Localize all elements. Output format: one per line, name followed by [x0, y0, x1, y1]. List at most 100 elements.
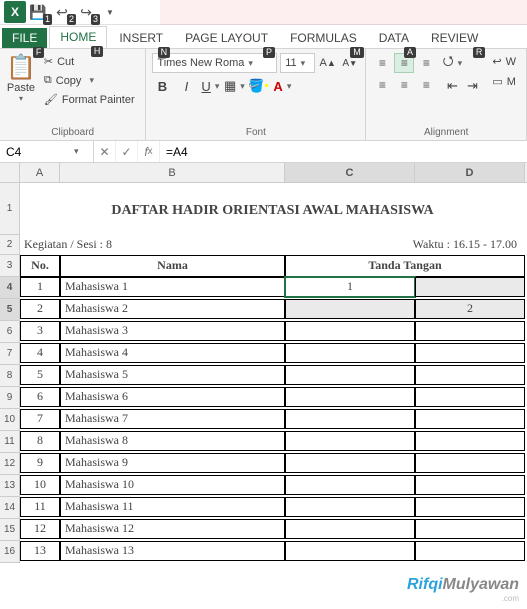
cell-sig2[interactable]: [415, 277, 525, 297]
table-row[interactable]: 7Mahasiswa 7: [20, 409, 527, 431]
cell-nama[interactable]: Mahasiswa 11: [60, 497, 285, 517]
table-row[interactable]: 11Mahasiswa 11: [20, 497, 527, 519]
cell-no[interactable]: 12: [20, 519, 60, 539]
row-header[interactable]: 1: [0, 183, 20, 235]
cell-no[interactable]: 9: [20, 453, 60, 473]
row-header[interactable]: 12: [0, 453, 20, 475]
hdr-tanda-tangan[interactable]: Tanda Tangan: [285, 255, 525, 277]
row-header[interactable]: 15: [0, 519, 20, 541]
format-painter-button[interactable]: 🖌Format Painter: [40, 91, 139, 108]
col-header-A[interactable]: A: [20, 163, 60, 182]
meta-right[interactable]: Waktu : 16.15 - 17.00: [285, 235, 525, 255]
table-row[interactable]: 5Mahasiswa 5: [20, 365, 527, 387]
row-header[interactable]: 9: [0, 387, 20, 409]
cell-sig1[interactable]: [285, 343, 415, 363]
cell-sig2[interactable]: [415, 541, 525, 561]
cell-sig2[interactable]: [415, 453, 525, 473]
align-right-button[interactable]: ≡: [416, 75, 436, 95]
chevron-down-icon[interactable]: ▾: [74, 146, 79, 157]
tab-file[interactable]: FILEF: [2, 28, 47, 48]
table-row[interactable]: 12Mahasiswa 12: [20, 519, 527, 541]
cell-sig2[interactable]: [415, 475, 525, 495]
row-header[interactable]: 3: [0, 255, 20, 277]
fill-color-button[interactable]: 🪣: [248, 76, 268, 96]
align-left-button[interactable]: ≡: [372, 75, 392, 95]
cell-nama[interactable]: Mahasiswa 2: [60, 299, 285, 319]
cell-sig2[interactable]: [415, 431, 525, 451]
cell-sig2[interactable]: [415, 519, 525, 539]
name-box[interactable]: ▾: [0, 141, 94, 162]
cell-no[interactable]: 1: [20, 277, 60, 297]
undo-button[interactable]: ↩2: [50, 1, 74, 23]
table-row[interactable]: 10Mahasiswa 10: [20, 475, 527, 497]
cell-sig1[interactable]: [285, 409, 415, 429]
cell-no[interactable]: 10: [20, 475, 60, 495]
cell-nama[interactable]: Mahasiswa 10: [60, 475, 285, 495]
align-center-button[interactable]: ≡: [394, 75, 414, 95]
cell-no[interactable]: 13: [20, 541, 60, 561]
font-color-button[interactable]: A▾: [272, 76, 292, 96]
row-header[interactable]: 6: [0, 321, 20, 343]
cancel-formula-button[interactable]: ✕: [94, 141, 116, 162]
cell-nama[interactable]: Mahasiswa 8: [60, 431, 285, 451]
tab-review[interactable]: REVIEWR: [421, 28, 488, 48]
col-header-B[interactable]: B: [60, 163, 285, 182]
cell-nama[interactable]: Mahasiswa 6: [60, 387, 285, 407]
cell-nama[interactable]: Mahasiswa 1: [60, 277, 285, 297]
tab-insert[interactable]: INSERTN: [109, 28, 173, 48]
copy-button[interactable]: ⧉Copy▾: [40, 72, 139, 89]
row-header[interactable]: 4: [0, 277, 20, 299]
cell-sig2[interactable]: [415, 365, 525, 385]
row-header[interactable]: 14: [0, 497, 20, 519]
orientation-button[interactable]: ⭯▾: [442, 53, 462, 73]
worksheet[interactable]: A B C D 1 2 3 4 5 6 7 8 9 10 11 12 13 14…: [0, 163, 527, 603]
cell-nama[interactable]: Mahasiswa 12: [60, 519, 285, 539]
font-size-select[interactable]: 11▾: [280, 53, 315, 73]
qat-dropdown[interactable]: ▼: [98, 1, 122, 23]
cell-no[interactable]: 4: [20, 343, 60, 363]
underline-button[interactable]: U▾: [200, 76, 220, 96]
align-top-button[interactable]: ≡: [372, 53, 392, 73]
cell-sig1[interactable]: [285, 541, 415, 561]
row-header[interactable]: 16: [0, 541, 20, 563]
cell-nama[interactable]: Mahasiswa 3: [60, 321, 285, 341]
table-row[interactable]: 8Mahasiswa 8: [20, 431, 527, 453]
document-title[interactable]: DAFTAR HADIR ORIENTASI AWAL MAHASISWA: [20, 183, 525, 235]
cell-sig1[interactable]: [285, 497, 415, 517]
italic-button[interactable]: I: [176, 76, 196, 96]
table-row[interactable]: 1Mahasiswa 11: [20, 277, 527, 299]
row-header[interactable]: 5: [0, 299, 20, 321]
cell-nama[interactable]: Mahasiswa 5: [60, 365, 285, 385]
meta-left[interactable]: Kegiatan / Sesi : 8: [20, 235, 285, 255]
cell-sig1[interactable]: [285, 519, 415, 539]
hdr-nama[interactable]: Nama: [60, 255, 285, 277]
increase-indent-button[interactable]: ⇥: [462, 76, 482, 96]
row-header[interactable]: 10: [0, 409, 20, 431]
table-row[interactable]: 2Mahasiswa 22: [20, 299, 527, 321]
cell-nama[interactable]: Mahasiswa 9: [60, 453, 285, 473]
cell-sig2[interactable]: [415, 343, 525, 363]
fx-icon[interactable]: fx: [138, 141, 160, 162]
cell-no[interactable]: 2: [20, 299, 60, 319]
decrease-indent-button[interactable]: ⇤: [442, 76, 462, 96]
cell-sig1[interactable]: 1: [285, 277, 415, 297]
name-box-input[interactable]: [0, 145, 70, 159]
cell-sig2[interactable]: [415, 321, 525, 341]
save-button[interactable]: 💾1: [26, 1, 50, 23]
table-row[interactable]: 6Mahasiswa 6: [20, 387, 527, 409]
table-row[interactable]: 9Mahasiswa 9: [20, 453, 527, 475]
cell-sig1[interactable]: [285, 475, 415, 495]
cell-sig2[interactable]: [415, 409, 525, 429]
row-header[interactable]: 11: [0, 431, 20, 453]
tab-home[interactable]: HOMEH: [49, 26, 107, 48]
cell-sig2[interactable]: [415, 497, 525, 517]
border-button[interactable]: ▦▾: [224, 76, 244, 96]
cell-sig1[interactable]: [285, 299, 415, 319]
merge-center-button[interactable]: ▭M: [488, 73, 520, 90]
increase-font-button[interactable]: A▲: [318, 53, 337, 73]
paste-button[interactable]: 📋 Paste ▾: [6, 53, 36, 108]
hdr-no[interactable]: No.: [20, 255, 60, 277]
enter-formula-button[interactable]: ✓: [116, 141, 138, 162]
table-row[interactable]: 3Mahasiswa 3: [20, 321, 527, 343]
cell-sig1[interactable]: [285, 431, 415, 451]
